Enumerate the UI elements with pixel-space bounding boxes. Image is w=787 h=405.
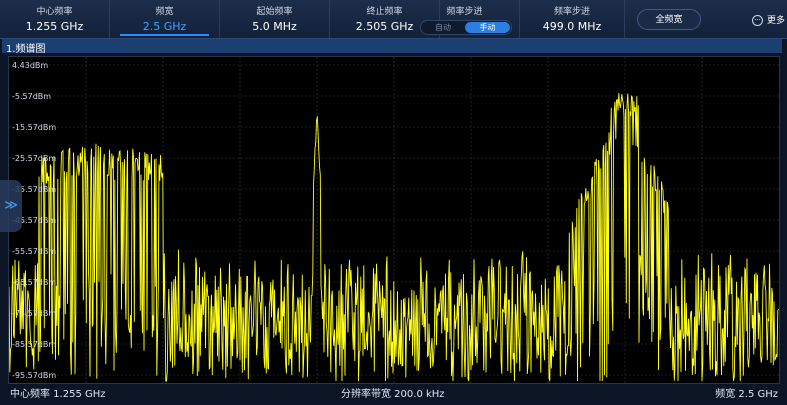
full-span-button[interactable]: 全频宽 (637, 9, 701, 30)
more-button[interactable]: ··· 更多 (752, 13, 785, 27)
y-axis-label: -95.57dBm (12, 371, 56, 380)
status-span: 频宽 2.5 GHz (715, 389, 778, 400)
y-axis-label: -75.57dBm (12, 309, 56, 318)
y-axis-label: -55.57dBm (12, 247, 56, 256)
double-chevron-right-icon[interactable]: ≫ (0, 180, 22, 232)
more-button-label: 更多 (767, 16, 786, 26)
ellipsis-circle-icon: ··· (752, 15, 763, 26)
center-frequency-label: 中心频率 (36, 7, 73, 17)
status-resolution-bandwidth: 分辨率带宽 200.0 kHz (341, 389, 445, 400)
span-label: 频宽 (155, 7, 174, 17)
start-frequency-param[interactable]: 起始频率 5.0 MHz (220, 0, 330, 38)
frequency-step-label: 频率步进 (553, 7, 590, 17)
y-axis-label: -15.57dBm (12, 123, 56, 132)
spectrum-panel-header: 1.频谱图 (2, 39, 782, 55)
y-axis-label: -5.57dBm (12, 92, 51, 101)
center-frequency-value: 1.255 GHz (25, 20, 84, 33)
start-frequency-value: 5.0 MHz (252, 20, 297, 33)
y-axis-label: -65.57dBm (12, 278, 56, 287)
span-value: 2.5 GHz (142, 20, 187, 33)
spectrum-canvas[interactable]: 4.43dBm-5.57dBm-15.57dBm-25.57dBm-35.57d… (9, 57, 779, 383)
span-param[interactable]: 频宽 2.5 GHz (110, 0, 220, 38)
panel-title: 1.频谱图 (6, 44, 46, 55)
spectrum-plot[interactable]: 4.43dBm -5.57dBm -15.57dBm -25.57dBm -35.57d… (8, 56, 780, 384)
parameter-bar: 中心频率 1.255 GHz 频宽 2.5 GHz 起始频率 5.0 MHz 终… (0, 0, 787, 39)
status-bar: 中心频率 1.255 GHz 分辨率带宽 200.0 kHz 频宽 2.5 GH… (0, 382, 787, 405)
start-frequency-label: 起始频率 (256, 7, 293, 17)
frequency-step-param[interactable]: 频率步进 499.0 MHz (520, 0, 625, 38)
y-axis-label: -85.57dBm (12, 340, 56, 349)
step-mode-auto-option[interactable]: 自动 (421, 21, 465, 34)
center-frequency-param[interactable]: 中心频率 1.255 GHz (0, 0, 110, 38)
status-center-frequency: 中心频率 1.255 GHz (10, 389, 106, 400)
frequency-step-value: 499.0 MHz (542, 20, 602, 33)
y-axis-label: -25.57dBm (12, 154, 56, 163)
frequency-step-mode-label: 频率步进 (446, 7, 483, 17)
y-axis-label: 4.43dBm (12, 61, 48, 70)
step-mode-manual-option[interactable]: 手动 (465, 22, 510, 33)
frequency-step-mode-toggle[interactable]: 自动 手动 (420, 20, 512, 35)
